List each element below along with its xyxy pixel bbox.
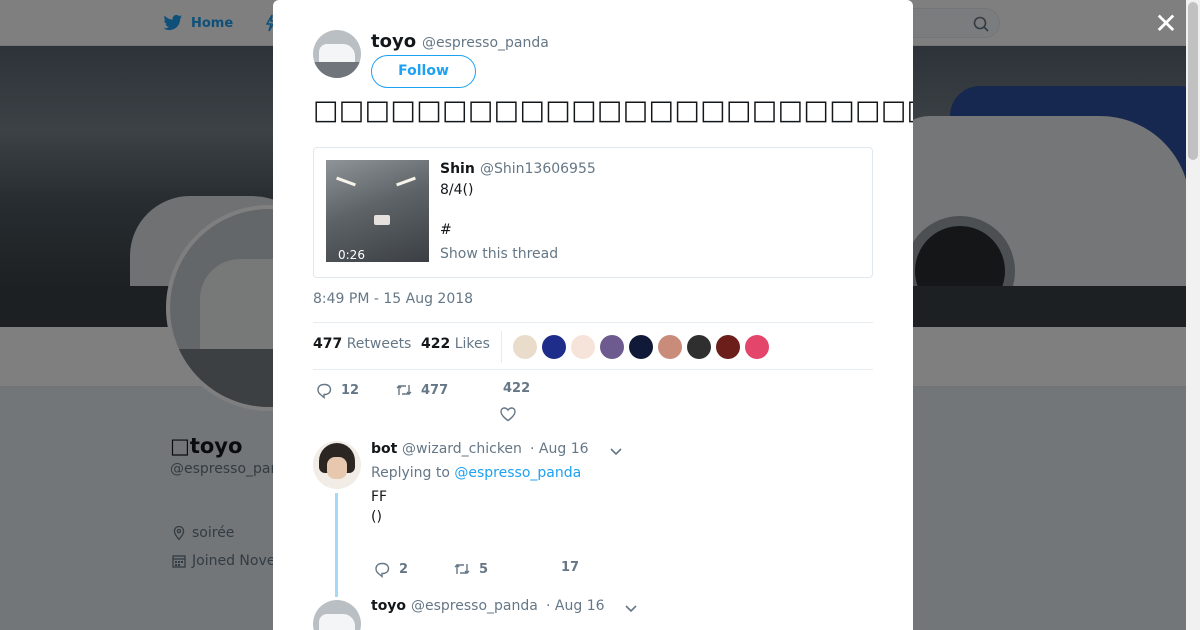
tweet-author-avatar[interactable]: [313, 30, 361, 78]
retweets-count: 477: [313, 336, 343, 352]
liker-avatar[interactable]: [629, 335, 653, 359]
page-scrollbar[interactable]: [1186, 0, 1200, 630]
replying-to-label: Replying to: [371, 465, 450, 481]
retweet-count: 5: [479, 561, 489, 577]
reply-author-name[interactable]: toyo: [371, 598, 406, 614]
like-count: 422: [503, 381, 531, 396]
reply-action[interactable]: 12: [315, 381, 359, 399]
liker-avatar[interactable]: [571, 335, 595, 359]
close-modal-button[interactable]: ✕: [1153, 10, 1179, 38]
liker-avatar[interactable]: [542, 335, 566, 359]
quoted-author-name: Shin: [440, 161, 475, 177]
reply-icon: [317, 383, 332, 399]
tunnel-lamp: [336, 176, 356, 187]
reply-action[interactable]: 2: [373, 560, 408, 578]
avatar-ground: [313, 62, 361, 78]
liker-avatar[interactable]: [658, 335, 682, 359]
retweet-action[interactable]: 5: [453, 560, 488, 578]
retweet-count: 477: [421, 382, 449, 398]
reply-text-line: FF: [371, 489, 388, 505]
reply-author-name[interactable]: bot: [371, 441, 397, 457]
tweet-author-name[interactable]: toyo: [371, 31, 416, 52]
avatar-car: [319, 614, 355, 630]
tweet-text: □□□□□□□□□□□□□□□□□□□□□□□□□□□□□□□□2□□🤣: [313, 95, 913, 126]
likes-label: Likes: [454, 336, 490, 352]
reply-count: 2: [399, 561, 409, 577]
chevron-down-icon[interactable]: [624, 601, 638, 615]
reply-text-line: (): [371, 509, 382, 525]
like-action[interactable]: 17: [561, 560, 579, 575]
reply-author-handle[interactable]: @espresso_panda: [411, 598, 538, 614]
tweet-modal: toyo @espresso_panda Follow □□□□□□□□□□□□…: [273, 0, 913, 630]
likes-count-label: 422: [503, 381, 530, 396]
tweet-actions: 12 477 422: [313, 381, 873, 423]
liker-avatars: [513, 335, 769, 359]
scrollbar-thumb[interactable]: [1188, 2, 1198, 160]
reply-count: 12: [341, 382, 360, 398]
quoted-author-handle: @Shin13606955: [480, 161, 596, 177]
tweet-timestamp[interactable]: 8:49 PM - 15 Aug 2018: [313, 291, 473, 307]
retweets-label: Retweets: [346, 336, 412, 352]
liker-avatar[interactable]: [716, 335, 740, 359]
like-count: 17: [561, 560, 580, 575]
tweet-author-handle[interactable]: @espresso_panda: [422, 35, 549, 51]
avatar-face: [327, 457, 347, 479]
quoted-text-line: 8/4(): [440, 182, 474, 198]
show-thread-link[interactable]: Show this thread: [440, 246, 558, 262]
liker-avatar[interactable]: [745, 335, 769, 359]
liker-avatar[interactable]: [687, 335, 711, 359]
quoted-tweet-card[interactable]: 0:26 Shin @Shin13606955 8/4() # Show thi…: [313, 147, 873, 278]
follow-button[interactable]: Follow: [371, 55, 476, 88]
reply-author-handle[interactable]: @wizard_chicken: [402, 441, 522, 457]
video-duration: 0:26: [338, 248, 365, 262]
retweets-stat[interactable]: 477 Retweets: [313, 336, 411, 352]
reply-actions: 2 5 17: [371, 560, 871, 584]
heart-icon[interactable]: [499, 405, 517, 423]
reply-author-avatar[interactable]: [313, 600, 361, 630]
liker-avatar[interactable]: [513, 335, 537, 359]
thread-connector-line: [335, 493, 338, 597]
quoted-video-thumbnail[interactable]: 0:26: [326, 160, 429, 262]
car-taillight: [374, 215, 390, 225]
reply-date[interactable]: · Aug 16: [546, 598, 605, 614]
reply-icon: [375, 562, 390, 578]
replying-to-mention[interactable]: @espresso_panda: [454, 465, 581, 481]
retweet-icon: [396, 385, 412, 395]
replying-to: Replying to @espresso_panda: [371, 465, 581, 481]
likes-count: 422: [421, 336, 451, 352]
stats-divider: [501, 331, 502, 363]
liker-avatar[interactable]: [600, 335, 624, 359]
reply-author-avatar[interactable]: [313, 441, 361, 489]
quoted-text-line: #: [440, 222, 452, 238]
avatar-car: [319, 44, 355, 64]
likes-stat[interactable]: 422 Likes: [421, 336, 490, 352]
retweet-icon: [454, 564, 470, 574]
chevron-down-icon[interactable]: [609, 444, 623, 458]
reply-date[interactable]: · Aug 16: [530, 441, 589, 457]
tunnel-lamp: [396, 176, 416, 187]
retweet-action[interactable]: 477: [395, 381, 448, 399]
tweet-stats: 477 Retweets 422 Likes: [313, 322, 873, 370]
